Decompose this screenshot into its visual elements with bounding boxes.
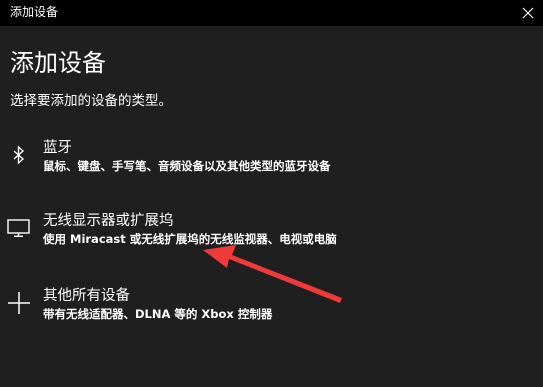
bluetooth-icon — [13, 145, 25, 165]
page-subtitle: 选择要添加的设备的类型。 — [10, 93, 172, 109]
option-other-devices[interactable]: 其他所有设备 带有无线适配器、DLNA 等的 Xbox 控制器 — [0, 286, 543, 336]
page-title: 添加设备 — [10, 49, 106, 77]
add-device-dialog: 添加设备 选择要添加的设备的类型。 蓝牙 鼠标、键盘、手写笔、音频设备以及其他类… — [0, 26, 543, 387]
option-description: 鼠标、键盘、手写笔、音频设备以及其他类型的蓝牙设备 — [43, 159, 331, 173]
option-wireless-display[interactable]: 无线显示器或扩展坞 使用 Miracast 或无线扩展坞的无线监视器、电视或电脑 — [0, 211, 543, 261]
close-icon — [522, 7, 534, 19]
option-title: 其他所有设备 — [43, 288, 130, 304]
option-title: 蓝牙 — [43, 140, 72, 156]
option-description: 使用 Miracast 或无线扩展坞的无线监视器、电视或电脑 — [43, 232, 337, 246]
option-title: 无线显示器或扩展坞 — [43, 213, 174, 229]
window-title: 添加设备 — [10, 5, 59, 19]
option-description: 带有无线适配器、DLNA 等的 Xbox 控制器 — [43, 307, 273, 321]
plus-icon — [8, 292, 30, 314]
close-button[interactable] — [517, 2, 539, 24]
option-bluetooth[interactable]: 蓝牙 鼠标、键盘、手写笔、音频设备以及其他类型的蓝牙设备 — [0, 138, 543, 188]
title-bar: 添加设备 — [0, 0, 543, 26]
monitor-icon — [7, 219, 30, 237]
